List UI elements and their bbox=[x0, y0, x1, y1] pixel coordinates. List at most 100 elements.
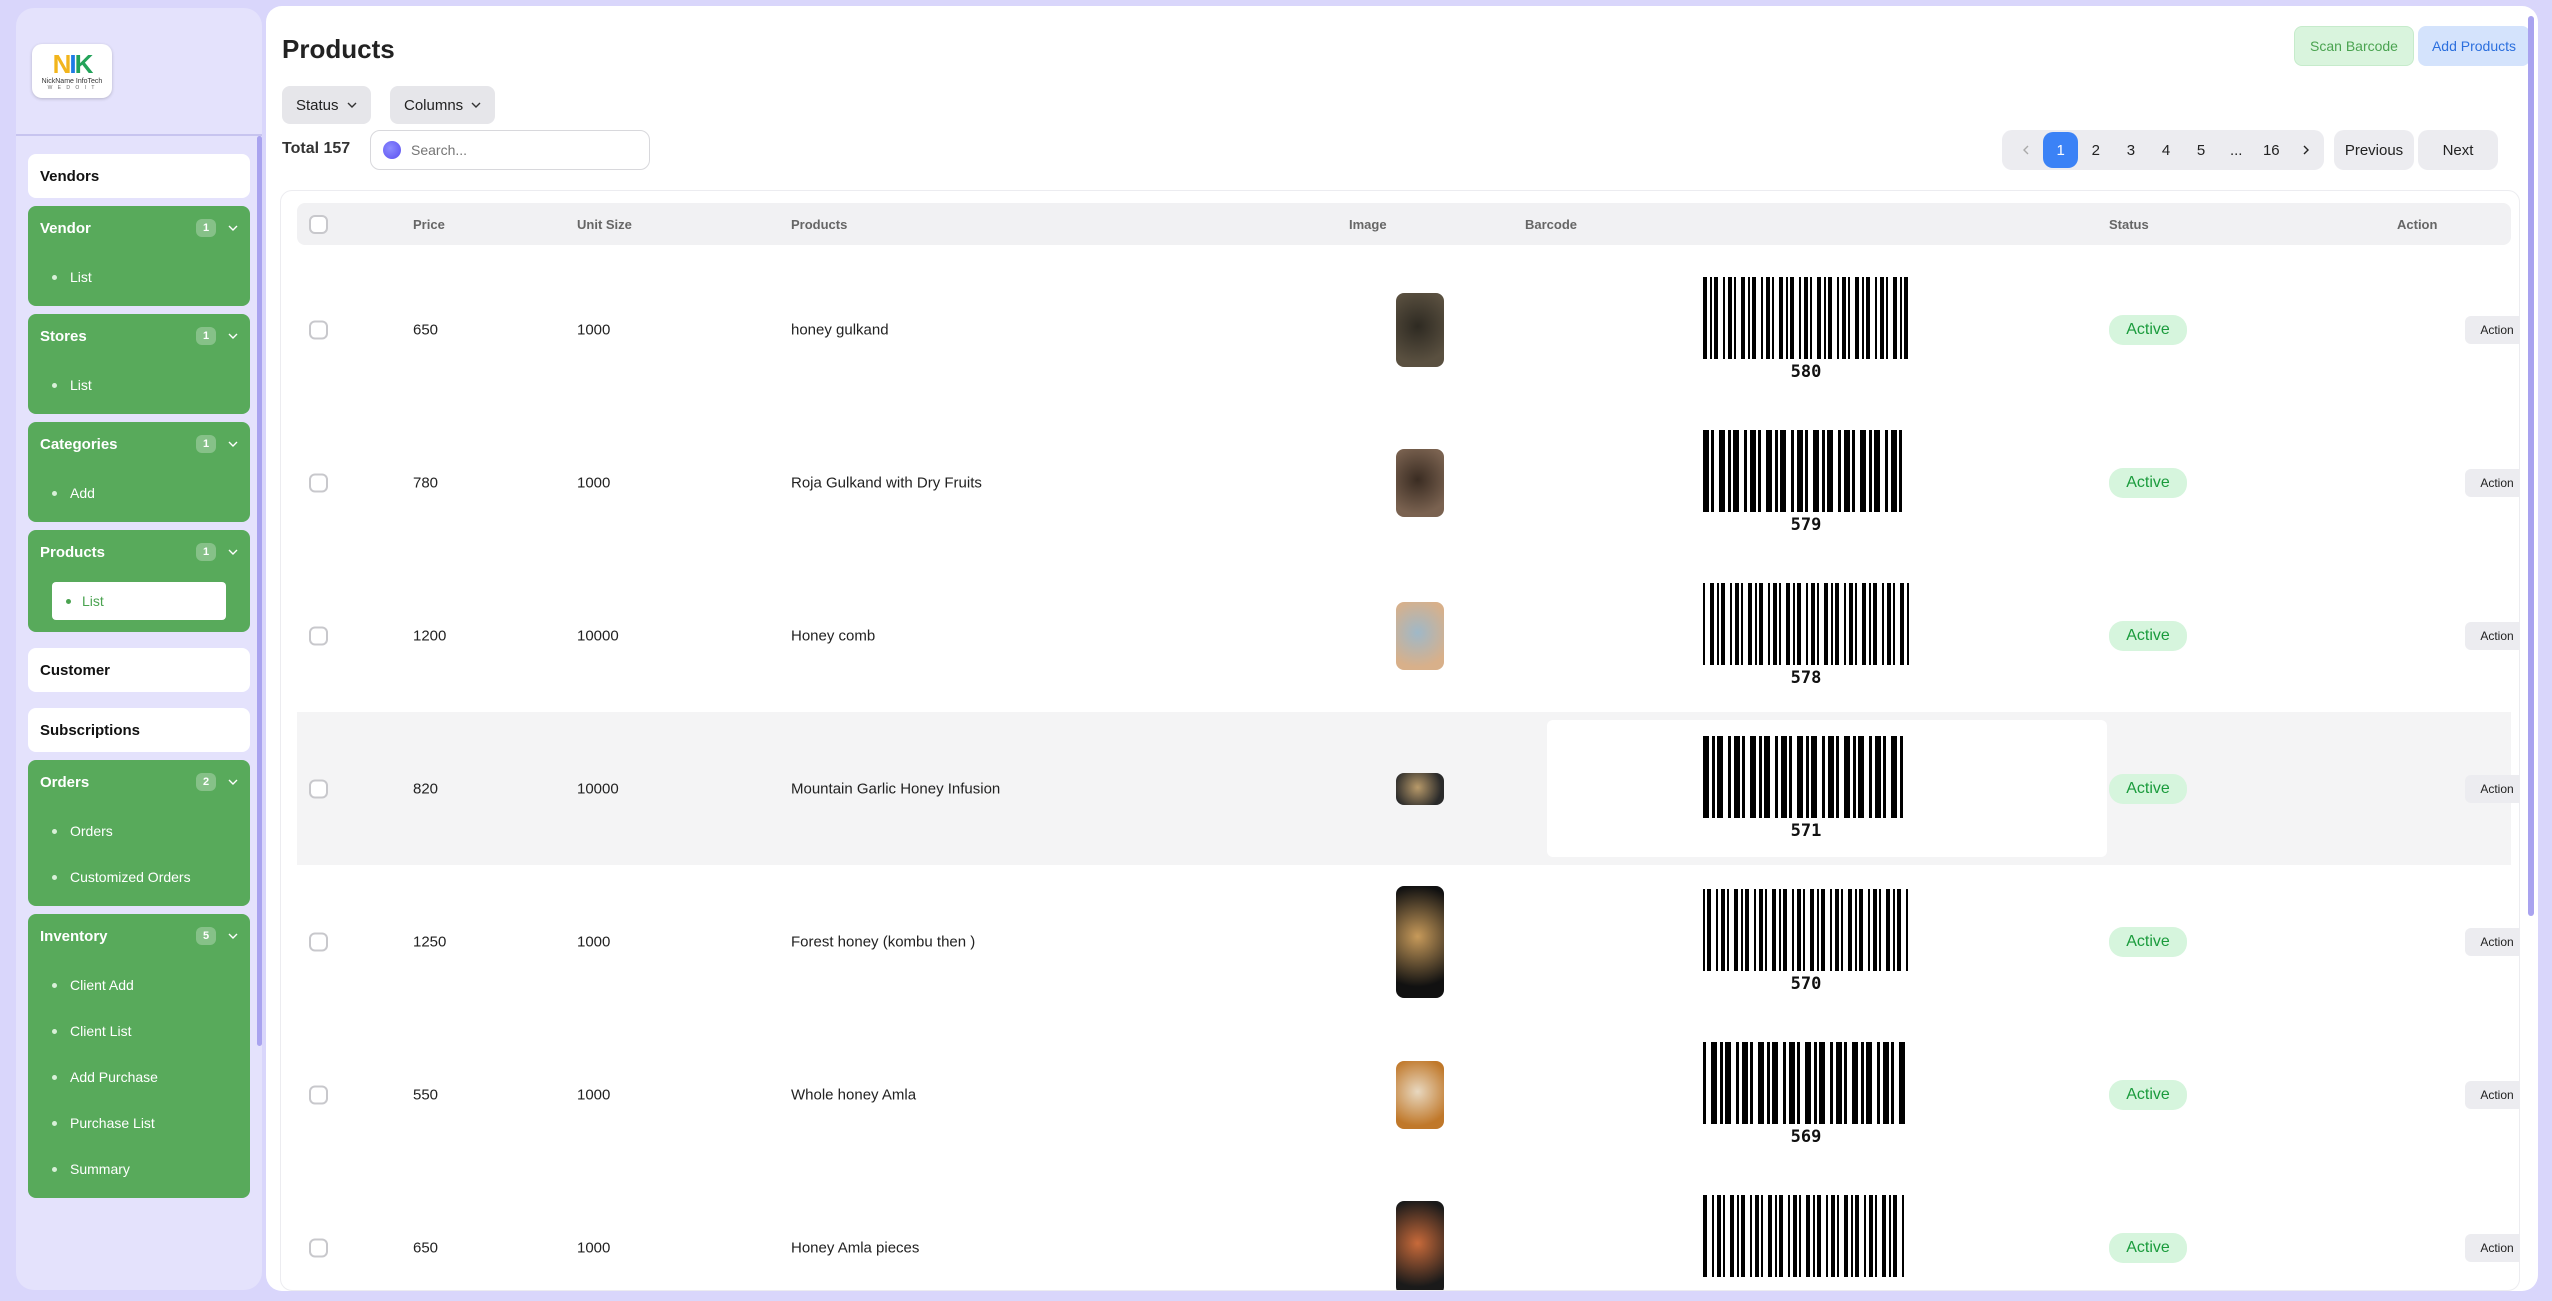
status-badge: Active bbox=[2109, 773, 2187, 804]
sidebar-group-toggle-stores[interactable]: Stores 1 bbox=[28, 314, 250, 358]
action-button[interactable]: Action bbox=[2465, 774, 2519, 803]
row-checkbox[interactable] bbox=[309, 320, 328, 339]
barcode-bars bbox=[1703, 736, 1903, 818]
add-products-button[interactable]: Add Products bbox=[2418, 26, 2530, 66]
chevron-down-icon bbox=[228, 225, 238, 231]
total-count: Total 157 bbox=[282, 140, 351, 157]
sidebar-item-customer[interactable]: Customer bbox=[28, 648, 250, 692]
barcode: 578 bbox=[1703, 583, 1909, 691]
action-button[interactable]: Action bbox=[2465, 468, 2519, 497]
barcode: 571 bbox=[1703, 736, 1909, 844]
sidebar-item-inventory-summary[interactable]: Summary bbox=[28, 1146, 250, 1192]
sidebar-group-toggle-products[interactable]: Products 1 bbox=[28, 530, 250, 574]
table-row[interactable]: 1250 1000 Forest honey (kombu then ) 570 Act… bbox=[297, 865, 2519, 1018]
table-row[interactable]: 780 1000 Roja Gulkand with Dry Fruits 579 Ac… bbox=[297, 406, 2519, 559]
count-badge: 5 bbox=[196, 927, 216, 945]
sidebar-group-inventory: Inventory 5 Client Add Client List Add Purch… bbox=[28, 914, 250, 1198]
sidebar-item-inventory-purchase-list[interactable]: Purchase List bbox=[28, 1100, 250, 1146]
pagination: 1 2 3 4 5... 16 bbox=[2002, 130, 2324, 170]
unit-size-cell: 10000 bbox=[577, 627, 619, 644]
price-cell: 1250 bbox=[413, 933, 447, 950]
product-image bbox=[1396, 292, 1444, 367]
pagination-prev-arrow[interactable] bbox=[2008, 132, 2043, 168]
action-button[interactable]: Action bbox=[2465, 1233, 2519, 1262]
sidebar-nav: Vendors Vendor 1 List Stores 1 List Categories 1… bbox=[28, 154, 250, 1206]
columns-label: Columns bbox=[404, 96, 464, 114]
row-checkbox[interactable] bbox=[309, 1238, 328, 1257]
sidebar: NIK NickName InfoTech W E D O I T Vendor… bbox=[16, 8, 262, 1290]
sidebar-submenu: Add bbox=[28, 466, 250, 522]
table-row[interactable]: 820 10000 Mountain Garlic Honey Infusion 57… bbox=[297, 712, 2519, 865]
scan-barcode-button[interactable]: Scan Barcode bbox=[2294, 26, 2414, 66]
barcode-number: 570 bbox=[1790, 974, 1822, 994]
sidebar-group-toggle-vendor[interactable]: Vendor 1 bbox=[28, 206, 250, 250]
count-badge: 1 bbox=[196, 327, 216, 345]
columns-dropdown[interactable]: Columns bbox=[390, 86, 496, 124]
sidebar-item-inventory-client-list[interactable]: Client List bbox=[28, 1008, 250, 1054]
sidebar-item-vendor-list[interactable]: List bbox=[28, 254, 250, 300]
price-cell: 550 bbox=[413, 1086, 439, 1103]
barcode: 579 bbox=[1703, 430, 1909, 538]
action-button[interactable]: Action bbox=[2465, 621, 2519, 650]
column-header-status: Status bbox=[2109, 216, 2149, 232]
status-filter-dropdown[interactable]: Status bbox=[282, 86, 371, 124]
chevron-left-icon bbox=[2022, 145, 2029, 155]
unit-size-cell: 1000 bbox=[577, 321, 611, 338]
row-checkbox[interactable] bbox=[309, 626, 328, 645]
table-row[interactable]: 1200 10000 Honey comb 578 Active Action bbox=[297, 559, 2519, 712]
sidebar-group-products: Products 1 List bbox=[28, 530, 250, 632]
column-header-products: Products bbox=[791, 216, 848, 232]
page-button-2[interactable]: 2 bbox=[2078, 132, 2113, 168]
search-input[interactable] bbox=[411, 142, 631, 158]
sidebar-item-inventory-client-add[interactable]: Client Add bbox=[28, 962, 250, 1008]
barcode-number: 579 bbox=[1790, 515, 1822, 535]
pagination-next-arrow[interactable] bbox=[2289, 132, 2324, 168]
product-name-cell: Honey comb bbox=[791, 627, 876, 644]
search-icon bbox=[383, 141, 401, 159]
column-header-price: Price bbox=[413, 216, 445, 232]
page-button-4[interactable]: 4 bbox=[2148, 132, 2183, 168]
table-row[interactable]: 650 1000 honey gulkand 580 Active Action bbox=[297, 253, 2519, 406]
action-button[interactable]: Action bbox=[2465, 927, 2519, 956]
main-scrollbar[interactable] bbox=[2528, 16, 2534, 916]
table-row[interactable]: 650 1000 Honey Amla pieces Active Action bbox=[297, 1171, 2519, 1290]
sidebar-item-inventory-add-purchase[interactable]: Add Purchase bbox=[28, 1054, 250, 1100]
sidebar-item-orders-orders[interactable]: Orders bbox=[28, 808, 250, 854]
sidebar-item-products-list[interactable]: List bbox=[52, 582, 226, 620]
page-button-5[interactable]: 5 bbox=[2184, 132, 2219, 168]
row-checkbox[interactable] bbox=[309, 1085, 328, 1104]
search-box[interactable] bbox=[370, 130, 650, 170]
sidebar-item-categories-add[interactable]: Add bbox=[28, 470, 250, 516]
sidebar-item-subscriptions[interactable]: Subscriptions bbox=[28, 708, 250, 752]
sidebar-item-orders-customized-orders[interactable]: Customized Orders bbox=[28, 854, 250, 900]
row-checkbox[interactable] bbox=[309, 932, 328, 951]
page-button-1[interactable]: 1 bbox=[2043, 132, 2079, 168]
product-name-cell: Honey Amla pieces bbox=[791, 1239, 920, 1256]
page-button-3[interactable]: 3 bbox=[2113, 132, 2148, 168]
count-badge: 2 bbox=[196, 773, 216, 791]
sidebar-scrollbar[interactable] bbox=[257, 136, 262, 1046]
next-button[interactable]: Next bbox=[2418, 130, 2498, 170]
action-button[interactable]: Action bbox=[2465, 1080, 2519, 1109]
count-badge: 1 bbox=[196, 435, 216, 453]
chevron-down-icon bbox=[228, 549, 238, 555]
select-all-checkbox[interactable] bbox=[309, 214, 328, 234]
previous-button[interactable]: Previous bbox=[2334, 130, 2414, 170]
sidebar-group-toggle-categories[interactable]: Categories 1 bbox=[28, 422, 250, 466]
price-cell: 820 bbox=[413, 780, 439, 797]
column-header-unit-size: Unit Size bbox=[577, 216, 632, 232]
unit-size-cell: 1000 bbox=[577, 474, 611, 491]
column-header-action: Action bbox=[2397, 216, 2438, 232]
sidebar-item-vendors[interactable]: Vendors bbox=[28, 154, 250, 198]
table-row[interactable]: 550 1000 Whole honey Amla 569 Active Action bbox=[297, 1018, 2519, 1171]
sidebar-item-stores-list[interactable]: List bbox=[28, 362, 250, 408]
sidebar-group-toggle-orders[interactable]: Orders 2 bbox=[28, 760, 250, 804]
company-logo[interactable]: NIK NickName InfoTech W E D O I T bbox=[32, 44, 112, 98]
sidebar-group-toggle-inventory[interactable]: Inventory 5 bbox=[28, 914, 250, 958]
row-checkbox[interactable] bbox=[309, 779, 328, 798]
row-checkbox[interactable] bbox=[309, 473, 328, 492]
action-button[interactable]: Action bbox=[2465, 315, 2519, 344]
page-button-16[interactable]: 16 bbox=[2254, 132, 2289, 168]
barcode-bars bbox=[1703, 277, 1908, 359]
logo-text: NickName InfoTech bbox=[41, 77, 103, 85]
